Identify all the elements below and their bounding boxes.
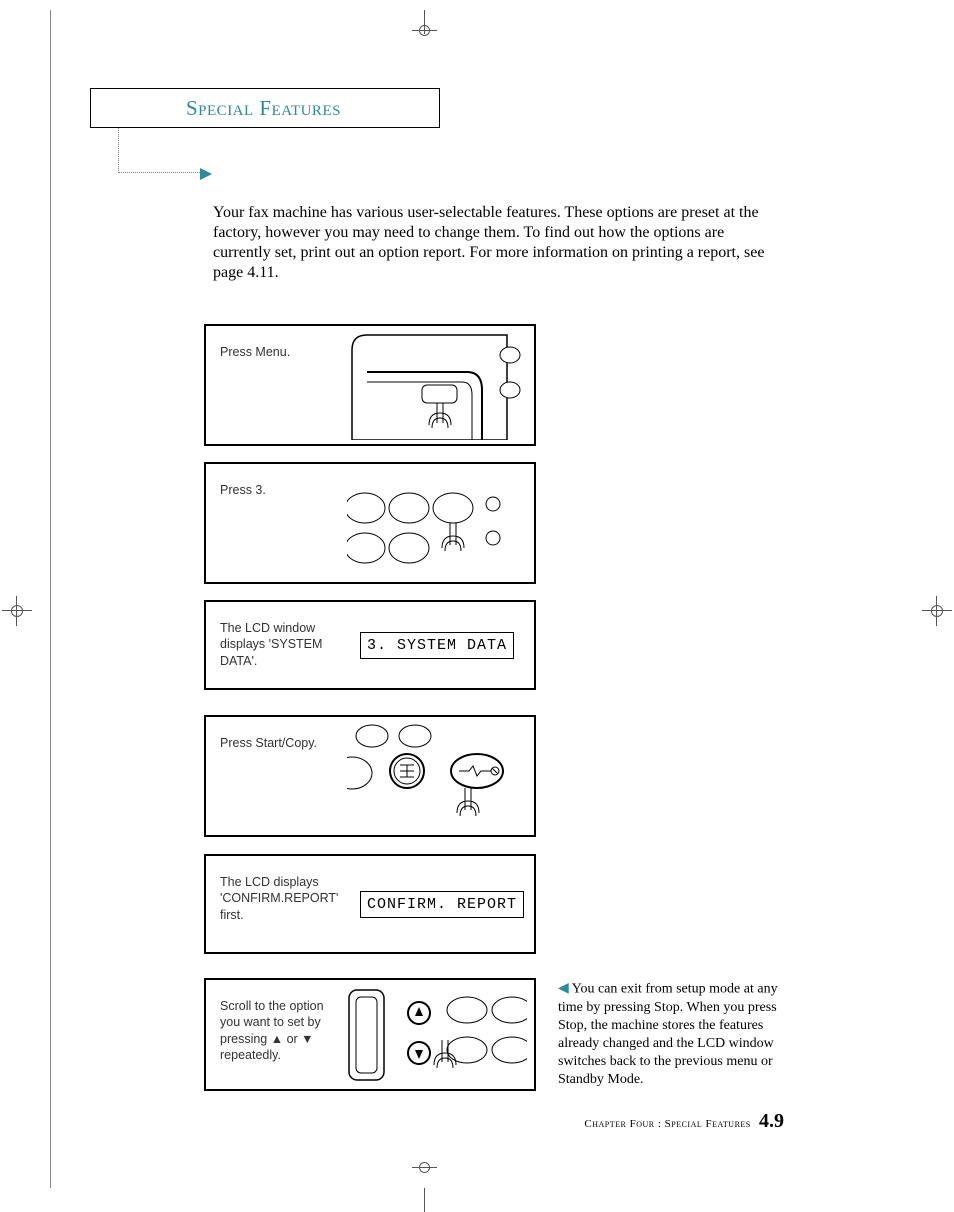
lcd-display-text: 3. SYSTEM DATA xyxy=(360,632,514,659)
crop-mark-right xyxy=(922,596,952,626)
step-text: Press Start/Copy. xyxy=(206,717,346,835)
page-footer: Chapter Four : Special Features 4.9 xyxy=(584,1110,784,1133)
footer-chapter-label: Chapter Four : Special Features xyxy=(584,1118,750,1130)
step-box-2: Press 3. xyxy=(204,462,536,584)
intro-paragraph: Your fax machine has various user-select… xyxy=(213,203,778,283)
lcd-screen: 3. SYSTEM DATA xyxy=(346,602,534,688)
step-box-6: Scroll to the option you want to set by … xyxy=(204,978,536,1091)
page-edge-line xyxy=(50,10,51,1188)
lcd-screen: CONFIRM. REPORT xyxy=(356,856,534,952)
step-box-5: The LCD displays 'CONFIRM.REPORT' first.… xyxy=(204,854,536,954)
step-text: The LCD window displays 'SYSTEM DATA'. xyxy=(206,602,346,688)
fax-startcopy-illustration xyxy=(346,717,534,835)
step-box-1: Press Menu. xyxy=(204,324,536,446)
step-box-3: The LCD window displays 'SYSTEM DATA'. 3… xyxy=(204,600,536,690)
fax-scroll-illustration xyxy=(346,980,534,1089)
step-text: Press Menu. xyxy=(206,326,346,444)
section-title-box: Special Features xyxy=(90,88,440,128)
side-tip: ◀ You can exit from setup mode at any ti… xyxy=(558,980,778,1089)
side-tip-text: You can exit from setup mode at any time… xyxy=(558,981,778,1087)
step-box-4: Press Start/Copy. xyxy=(204,715,536,837)
step-text: Scroll to the option you want to set by … xyxy=(206,980,346,1089)
step-text: Press 3. xyxy=(206,464,346,582)
fax-keypad-illustration xyxy=(346,464,534,582)
section-title: Special Features xyxy=(186,96,341,121)
fax-menu-illustration xyxy=(346,326,534,444)
lcd-display-text: CONFIRM. REPORT xyxy=(360,891,524,918)
crop-mark-left xyxy=(2,596,32,626)
arrow-left-icon: ◀ xyxy=(558,981,569,996)
step-text: The LCD displays 'CONFIRM.REPORT' first. xyxy=(206,856,356,952)
arrow-right-icon xyxy=(200,167,212,185)
dotted-indicator-path xyxy=(118,128,208,173)
footer-page-number: 4.9 xyxy=(759,1110,784,1132)
